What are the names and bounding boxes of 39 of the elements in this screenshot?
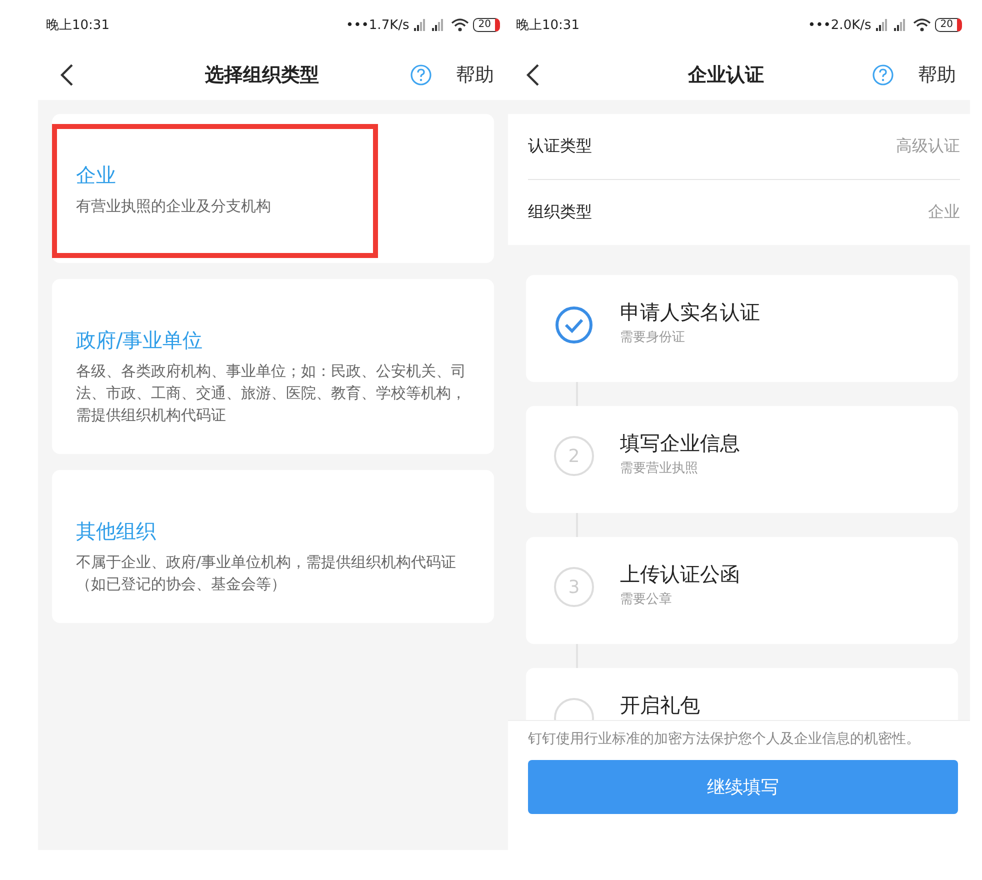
page-title: 企业认证 <box>686 63 765 88</box>
help-icon[interactable] <box>410 64 432 86</box>
org-type-card[interactable]: 企业 有营业执照的企业及分支机构 <box>52 114 494 263</box>
battery-indicator: 20 <box>935 18 962 32</box>
wifi-icon <box>451 18 470 32</box>
back-icon[interactable] <box>526 63 540 87</box>
org-type-description: 各级、各类政府机构、事业单位；如：民政、公安机关、司法、市政、工商、交通、旅游、医院、教育、学校等机构，需提供组织机构代码证 <box>76 361 467 426</box>
help-link[interactable]: 帮助 <box>456 62 494 88</box>
step-requirement: 需要营业执照 <box>620 460 699 477</box>
org-type-title: 其他组织 <box>76 518 157 545</box>
privacy-notice: 钉钉使用行业标准的加密方法保护您个人及企业信息的机密性。 <box>528 731 921 748</box>
status-time: 晚上10:31 <box>46 17 110 34</box>
status-time: 晚上10:31 <box>516 17 580 34</box>
network-speed: •••2.0K/s <box>808 18 872 32</box>
info-value: 企业 <box>928 202 960 223</box>
step-card[interactable]: 申请人实名认证 需要身份证 <box>526 275 958 382</box>
info-value: 高级认证 <box>896 136 960 157</box>
help-link[interactable]: 帮助 <box>918 62 956 88</box>
battery-indicator: 20 <box>473 18 500 32</box>
step-title: 上传认证公函 <box>620 561 740 588</box>
wifi-icon <box>913 18 932 32</box>
page-title: 选择组织类型 <box>204 63 320 88</box>
step-title: 申请人实名认证 <box>620 299 760 326</box>
org-type-title: 企业 <box>76 162 117 189</box>
info-label: 组织类型 <box>528 202 592 223</box>
back-icon[interactable] <box>60 63 74 87</box>
org-type-description: 有营业执照的企业及分支机构 <box>76 196 272 217</box>
org-type-description: 不属于企业、政府/事业单位机构，需提供组织机构代码证（如已登记的协会、基金会等） <box>76 552 458 595</box>
org-type-card[interactable]: 政府/事业单位 各级、各类政府机构、事业单位；如：民政、公安机关、司法、市政、工商、交通、旅游、医院、教育、学校等机构，需提供组织机构代码证 <box>52 279 494 454</box>
info-label: 认证类型 <box>528 136 592 157</box>
step-requirement: 需要公章 <box>620 591 673 608</box>
org-type-card[interactable]: 其他组织 不属于企业、政府/事业单位机构，需提供组织机构代码证（如已登记的协会、基金会等） <box>52 470 494 623</box>
step-title: 开启礼包 <box>620 692 700 719</box>
help-icon[interactable] <box>872 64 894 86</box>
step-card[interactable]: 开启礼包 <box>526 668 958 720</box>
step-requirement: 需要身份证 <box>620 329 686 346</box>
network-speed: •••1.7K/s <box>346 18 410 32</box>
step-title: 填写企业信息 <box>620 430 740 457</box>
org-type-title: 政府/事业单位 <box>76 327 204 354</box>
